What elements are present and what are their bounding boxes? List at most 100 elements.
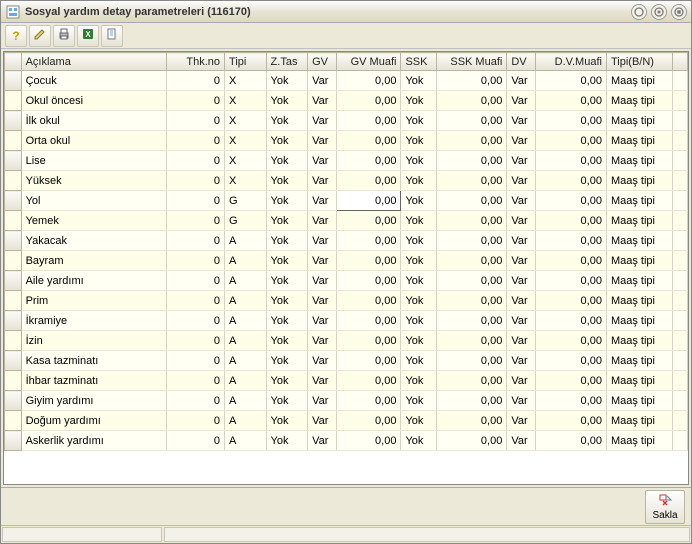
cell-dvmuaf[interactable]: 0,00 (536, 331, 607, 351)
titlebar[interactable]: Sosyal yardım detay parametreleri (11617… (1, 1, 691, 23)
cell-ssk[interactable]: Yok (401, 351, 436, 371)
cell-ssk[interactable]: Yok (401, 131, 436, 151)
cell-aciklama[interactable]: Giyim yardımı (21, 391, 166, 411)
cell-gv[interactable]: Var (308, 211, 337, 231)
cell-thk[interactable]: 0 (166, 71, 224, 91)
cell-gv[interactable]: Var (308, 411, 337, 431)
cell-aciklama[interactable]: Askerlik yardımı (21, 431, 166, 451)
cell-aciklama[interactable]: Çocuk (21, 71, 166, 91)
table-row[interactable]: İhbar tazminatı0AYokVar0,00Yok0,00Var0,0… (5, 371, 688, 391)
cell-dvmuaf[interactable]: 0,00 (536, 391, 607, 411)
cell-gv[interactable]: Var (308, 391, 337, 411)
cell-dv[interactable]: Var (507, 191, 536, 211)
cell-dvmuaf[interactable]: 0,00 (536, 211, 607, 231)
col-thk[interactable]: Thk.no (166, 53, 224, 71)
cell-gvmuaf[interactable]: 0,00 (337, 71, 401, 91)
cell-sskmuaf[interactable]: 0,00 (436, 391, 507, 411)
table-row[interactable]: Kasa tazminatı0AYokVar0,00Yok0,00Var0,00… (5, 351, 688, 371)
cell-tipi[interactable]: A (225, 251, 267, 271)
cell-gvmuaf[interactable]: 0,00 (337, 191, 401, 211)
cell-thk[interactable]: 0 (166, 291, 224, 311)
row-header[interactable] (5, 291, 22, 311)
table-row[interactable]: İlk okul0XYokVar0,00Yok0,00Var0,00Maaş t… (5, 111, 688, 131)
cell-gv[interactable]: Var (308, 251, 337, 271)
col-ztas[interactable]: Z.Tas (266, 53, 308, 71)
cell-ztas[interactable]: Yok (266, 171, 308, 191)
cell-gvmuaf[interactable]: 0,00 (337, 211, 401, 231)
row-header[interactable] (5, 151, 22, 171)
maximize-button[interactable] (651, 4, 667, 20)
cell-tipibn[interactable]: Maaş tipi (606, 171, 672, 191)
cell-dv[interactable]: Var (507, 371, 536, 391)
cell-gvmuaf[interactable]: 0,00 (337, 171, 401, 191)
cell-sskmuaf[interactable]: 0,00 (436, 71, 507, 91)
cell-dv[interactable]: Var (507, 311, 536, 331)
print-button[interactable] (53, 25, 75, 47)
cell-aciklama[interactable]: Prim (21, 291, 166, 311)
cell-aciklama[interactable]: Bayram (21, 251, 166, 271)
cell-gvmuaf[interactable]: 0,00 (337, 431, 401, 451)
cell-dvmuaf[interactable]: 0,00 (536, 371, 607, 391)
refresh-button[interactable] (101, 25, 123, 47)
cell-sskmuaf[interactable]: 0,00 (436, 311, 507, 331)
col-gv[interactable]: GV (308, 53, 337, 71)
cell-dvmuaf[interactable]: 0,00 (536, 251, 607, 271)
cell-ztas[interactable]: Yok (266, 71, 308, 91)
cell-thk[interactable]: 0 (166, 91, 224, 111)
cell-tipi[interactable]: X (225, 91, 267, 111)
cell-sskmuaf[interactable]: 0,00 (436, 91, 507, 111)
cell-dvmuaf[interactable]: 0,00 (536, 431, 607, 451)
table-row[interactable]: İzin0AYokVar0,00Yok0,00Var0,00Maaş tipi (5, 331, 688, 351)
cell-tipi[interactable]: X (225, 71, 267, 91)
cell-dvmuaf[interactable]: 0,00 (536, 71, 607, 91)
table-row[interactable]: Yakacak0AYokVar0,00Yok0,00Var0,00Maaş ti… (5, 231, 688, 251)
cell-ztas[interactable]: Yok (266, 371, 308, 391)
excel-button[interactable]: X (77, 25, 99, 47)
cell-ztas[interactable]: Yok (266, 111, 308, 131)
cell-tipi[interactable]: A (225, 411, 267, 431)
cell-aciklama[interactable]: Orta okul (21, 131, 166, 151)
cell-tipibn[interactable]: Maaş tipi (606, 311, 672, 331)
cell-thk[interactable]: 0 (166, 131, 224, 151)
cell-gv[interactable]: Var (308, 191, 337, 211)
cell-thk[interactable]: 0 (166, 191, 224, 211)
cell-ssk[interactable]: Yok (401, 151, 436, 171)
minimize-button[interactable] (631, 4, 647, 20)
cell-tipi[interactable]: A (225, 331, 267, 351)
cell-tipibn[interactable]: Maaş tipi (606, 71, 672, 91)
cell-dvmuaf[interactable]: 0,00 (536, 351, 607, 371)
cell-gv[interactable]: Var (308, 371, 337, 391)
cell-ssk[interactable]: Yok (401, 331, 436, 351)
cell-ztas[interactable]: Yok (266, 211, 308, 231)
table-row[interactable]: Giyim yardımı0AYokVar0,00Yok0,00Var0,00M… (5, 391, 688, 411)
cell-aciklama[interactable]: İkramiye (21, 311, 166, 331)
cell-sskmuaf[interactable]: 0,00 (436, 331, 507, 351)
cell-ztas[interactable]: Yok (266, 271, 308, 291)
cell-gvmuaf[interactable]: 0,00 (337, 111, 401, 131)
cell-sskmuaf[interactable]: 0,00 (436, 291, 507, 311)
cell-dv[interactable]: Var (507, 171, 536, 191)
cell-tipi[interactable]: G (225, 191, 267, 211)
cell-tipi[interactable]: A (225, 291, 267, 311)
table-row[interactable]: Bayram0AYokVar0,00Yok0,00Var0,00Maaş tip… (5, 251, 688, 271)
cell-ssk[interactable]: Yok (401, 71, 436, 91)
cell-gvmuaf[interactable]: 0,00 (337, 331, 401, 351)
cell-tipi[interactable]: A (225, 311, 267, 331)
table-row[interactable]: Çocuk0XYokVar0,00Yok0,00Var0,00Maaş tipi (5, 71, 688, 91)
cell-dv[interactable]: Var (507, 411, 536, 431)
cell-thk[interactable]: 0 (166, 371, 224, 391)
cell-ssk[interactable]: Yok (401, 371, 436, 391)
row-header[interactable] (5, 251, 22, 271)
cell-ssk[interactable]: Yok (401, 391, 436, 411)
cell-tipi[interactable]: X (225, 151, 267, 171)
cell-aciklama[interactable]: İzin (21, 331, 166, 351)
cell-tipi[interactable]: A (225, 391, 267, 411)
cell-gvmuaf[interactable]: 0,00 (337, 391, 401, 411)
cell-ztas[interactable]: Yok (266, 91, 308, 111)
cell-ztas[interactable]: Yok (266, 311, 308, 331)
cell-sskmuaf[interactable]: 0,00 (436, 371, 507, 391)
cell-aciklama[interactable]: Lise (21, 151, 166, 171)
cell-sskmuaf[interactable]: 0,00 (436, 271, 507, 291)
cell-thk[interactable]: 0 (166, 351, 224, 371)
cell-ssk[interactable]: Yok (401, 411, 436, 431)
